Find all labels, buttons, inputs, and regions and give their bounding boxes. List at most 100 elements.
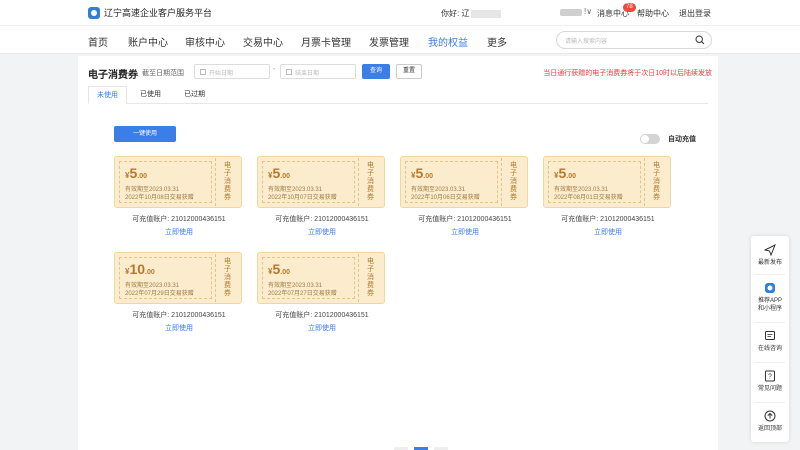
side-char: 券: [367, 194, 374, 201]
side-char: 费: [510, 186, 517, 193]
chat-icon: [765, 331, 775, 340]
coupon-ticket[interactable]: ¥5.00 有效期至2023.03.31 2022年07月27日交易获赠电子消费券: [257, 252, 385, 304]
coupon-card: ¥5.00 有效期至2023.03.31 2022年10月06日交易获赠电子消费券可…: [400, 156, 530, 237]
side-char: 券: [224, 290, 231, 297]
nav-review-center[interactable]: 审核中心: [185, 34, 225, 49]
side-char: 消: [224, 178, 231, 185]
coupon-card: ¥5.00 有效期至2023.03.31 2022年07月27日交易获赠电子消费券可…: [257, 252, 387, 333]
search-icon[interactable]: [695, 35, 705, 45]
coupon-card: ¥5.00 有效期至2023.03.31 2022年08月01日交易获赠电子消费券可…: [543, 156, 673, 237]
coupon-side-label: 电子消费券: [358, 158, 382, 206]
coupon-amount: ¥5.00: [411, 165, 433, 181]
float-label: 返回顶部: [757, 426, 782, 432]
masked-user-name: [471, 9, 502, 18]
coupon-account: 可充值账户: 21012000436151: [132, 216, 226, 223]
side-char: 费: [367, 282, 374, 289]
amount-decimal: .00: [145, 269, 155, 276]
help-center-link[interactable]: 帮助中心: [637, 8, 669, 19]
nav-my-rights[interactable]: 我的权益: [428, 34, 468, 49]
nav-account-center[interactable]: 账户中心: [128, 34, 168, 49]
auto-recharge-label: 自动充值: [668, 136, 696, 143]
coupon-side-label: 电子消费券: [501, 158, 525, 206]
top-bar: 辽宁高速企业客户服务平台 你好: 辽 !∨ 消息中心 78 帮助中心 退出登录: [0, 0, 800, 26]
side-char: 电: [224, 162, 231, 169]
coupon-ticket[interactable]: ¥5.00 有效期至2023.03.31 2022年08月01日交易获赠电子消费券: [543, 156, 671, 208]
float-label: 在线咨询: [757, 346, 782, 352]
side-char: 费: [367, 186, 374, 193]
online-consult-button[interactable]: 在线咨询: [751, 330, 789, 353]
float-label: 最新发布: [757, 260, 782, 266]
use-all-button[interactable]: 一键使用: [114, 126, 176, 142]
use-now-link[interactable]: 立即使用: [543, 227, 673, 237]
amount-decimal: .00: [280, 173, 290, 180]
date-separator: -: [273, 66, 276, 73]
message-count-badge: 78: [623, 3, 636, 12]
paper-plane-icon: [764, 244, 776, 256]
app-logo-icon: [765, 283, 775, 293]
calendar-icon: [200, 69, 206, 75]
side-char: 电: [367, 258, 374, 265]
coupon-amount: ¥5.00: [125, 165, 147, 181]
amount-decimal: .00: [137, 173, 147, 180]
user-menu-chevron-icon[interactable]: !∨: [584, 7, 592, 16]
faq-button[interactable]: ? 常见问题: [751, 370, 789, 393]
use-now-link[interactable]: 立即使用: [257, 227, 387, 237]
site-logo-icon: [88, 6, 100, 19]
float-label: 常见问题: [757, 386, 782, 392]
coupon-amount: ¥5.00: [268, 165, 290, 181]
latest-news-button[interactable]: 最新发布: [751, 244, 789, 267]
use-now-link[interactable]: 立即使用: [114, 323, 244, 333]
user-account-mask[interactable]: [560, 9, 582, 16]
side-char: 消: [510, 178, 517, 185]
end-date-input[interactable]: 结束日期: [280, 64, 356, 79]
coupon-card: ¥5.00 有效期至2023.03.31 2022年10月08日交易获赠电子消费券可…: [114, 156, 244, 237]
coupon-ticket[interactable]: ¥5.00 有效期至2023.03.31 2022年10月08日交易获赠电子消费券: [114, 156, 242, 208]
start-date-input[interactable]: 开始日期: [194, 64, 270, 79]
side-char: 子: [653, 170, 660, 177]
page-title: 电子消费券: [88, 70, 138, 81]
nav-monthly-card[interactable]: 月票卡管理: [301, 34, 351, 49]
use-now-link[interactable]: 立即使用: [400, 227, 530, 237]
nav-home[interactable]: 首页: [88, 34, 108, 49]
auto-recharge-toggle[interactable]: [640, 134, 660, 144]
distribution-notice: 当日通行获赠的电子消费券将于次日10时以后陆续发放: [543, 70, 712, 77]
coupon-amount: ¥10.00: [125, 261, 155, 277]
coupon-acquired-date: 2022年10月07日交易获赠: [268, 195, 337, 201]
recommend-app-button[interactable]: 推荐APP和小程序: [751, 282, 789, 313]
coupon-amount: ¥5.00: [268, 261, 290, 277]
coupon-acquired-date: 2022年10月06日交易获赠: [411, 195, 480, 201]
coupon-account: 可充值账户: 21012000436151: [275, 216, 369, 223]
calendar-icon: [286, 69, 292, 75]
coupon-account: 可充值账户: 21012000436151: [418, 216, 512, 223]
tab-unused[interactable]: 未使用: [88, 86, 127, 104]
divider: [755, 322, 785, 323]
coupon-ticket[interactable]: ¥10.00 有效期至2023.03.31 2022年07月29日交易获赠电子消费券: [114, 252, 242, 304]
coupon-card: ¥10.00 有效期至2023.03.31 2022年07月29日交易获赠电子消费券…: [114, 252, 244, 333]
nav-more[interactable]: 更多: [487, 34, 507, 49]
side-char: 子: [224, 266, 231, 273]
coupon-card: ¥5.00 有效期至2023.03.31 2022年10月07日交易获赠电子消费券可…: [257, 156, 387, 237]
use-now-link[interactable]: 立即使用: [114, 227, 244, 237]
site-title: 辽宁高速企业客户服务平台: [104, 8, 213, 18]
side-char: 消: [653, 178, 660, 185]
nav-invoice[interactable]: 发票管理: [369, 34, 409, 49]
tab-expired[interactable]: 已过期: [176, 86, 213, 104]
tab-used[interactable]: 已使用: [132, 86, 169, 104]
amount-decimal: .00: [280, 269, 290, 276]
side-char: 费: [653, 186, 660, 193]
brand[interactable]: 辽宁高速企业客户服务平台: [88, 6, 212, 19]
use-now-link[interactable]: 立即使用: [257, 323, 387, 333]
query-button[interactable]: 查询: [362, 64, 390, 79]
coupon-acquired-date: 2022年08月01日交易获赠: [554, 195, 623, 201]
logout-link[interactable]: 退出登录: [679, 8, 711, 19]
coupon-ticket[interactable]: ¥5.00 有效期至2023.03.31 2022年10月06日交易获赠电子消费券: [400, 156, 528, 208]
coupon-ticket[interactable]: ¥5.00 有效期至2023.03.31 2022年10月07日交易获赠电子消费券: [257, 156, 385, 208]
search-input[interactable]: 请输入搜索内容: [556, 31, 712, 49]
reset-button[interactable]: 重置: [396, 64, 422, 79]
coupon-account: 可充值账户: 21012000436151: [561, 216, 655, 223]
nav-transaction-center[interactable]: 交易中心: [243, 34, 283, 49]
coupon-account: 可充值账户: 21012000436151: [132, 312, 226, 319]
date-range-label: 截至日期范围: [142, 70, 184, 77]
back-to-top-button[interactable]: 返回顶部: [751, 410, 789, 433]
divider: [755, 362, 785, 363]
